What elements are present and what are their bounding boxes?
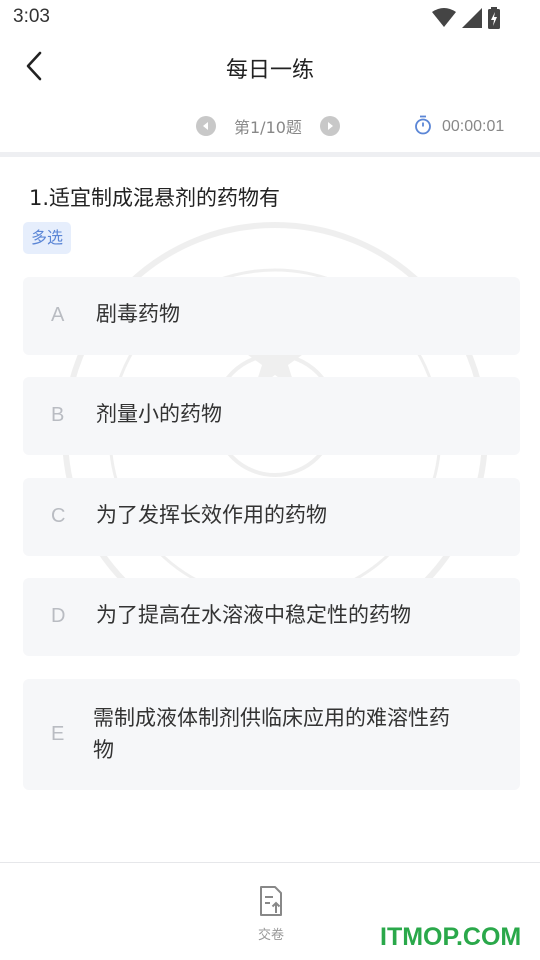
option-letter: A [51, 304, 65, 326]
submit-paper-button[interactable]: 交卷 [250, 885, 292, 945]
question-toolbar: 第1/10题 00:00:01 [0, 104, 540, 150]
option-d[interactable]: D 为了提高在水溶液中稳定性的药物 [23, 578, 520, 656]
status-bar: 3:03 [0, 0, 540, 36]
submit-document-icon [258, 885, 284, 921]
timer: 00:00:01 [414, 115, 504, 139]
option-letter: D [51, 605, 66, 627]
stopwatch-icon [414, 115, 432, 139]
timer-value: 00:00:01 [442, 118, 505, 135]
option-text: 剧毒药物 [96, 302, 180, 326]
option-text: 需制成液体制剂供临床应用的难溶性药物 [93, 706, 450, 762]
submit-label: 交卷 [257, 928, 284, 943]
divider [0, 152, 540, 157]
pager-label: 第1/10题 [234, 118, 302, 137]
brand-watermark: ITMOP.COM [380, 923, 522, 951]
option-letter: B [51, 404, 65, 426]
question-pager: 第1/10题 [196, 114, 340, 138]
option-text: 为了发挥长效作用的药物 [96, 503, 327, 527]
triangle-left-icon [203, 122, 208, 130]
option-text: 剂量小的药物 [96, 402, 222, 426]
prev-question-button[interactable] [196, 116, 216, 136]
option-a[interactable]: A 剧毒药物 [23, 277, 520, 355]
option-letter: C [51, 505, 66, 527]
status-time: 3:03 [13, 6, 50, 27]
page-title: 每日一练 [225, 58, 314, 83]
option-e[interactable]: E 需制成液体制剂供临床应用的难溶性药物 [23, 679, 520, 790]
nav-bar: 每日一练 [0, 40, 540, 98]
bottom-bar: 交卷 ITMOP.COM [0, 862, 540, 960]
option-c[interactable]: C 为了发挥长效作用的药物 [23, 478, 520, 556]
wifi-icon [432, 8, 456, 32]
question-type-badge: 多选 [23, 222, 72, 254]
status-icons [432, 7, 500, 33]
option-letter: E [51, 723, 65, 745]
next-question-button[interactable] [319, 116, 340, 136]
question-text: 1.适宜制成混悬剂的药物有 [29, 186, 281, 210]
option-b[interactable]: B 剂量小的药物 [23, 377, 520, 455]
option-text: 为了提高在水溶液中稳定性的药物 [96, 603, 411, 627]
triangle-right-icon [327, 122, 333, 130]
signal-icon [462, 8, 482, 32]
battery-icon [488, 7, 500, 33]
